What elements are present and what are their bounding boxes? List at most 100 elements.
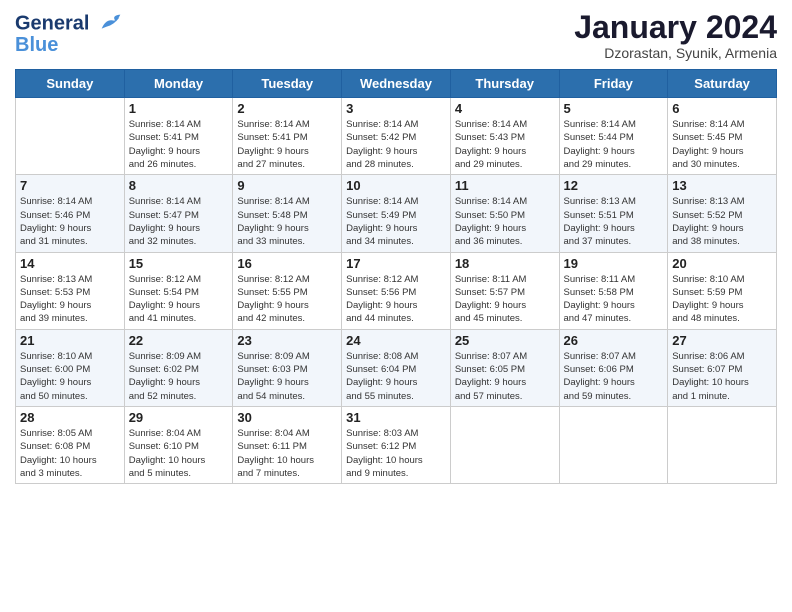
day-content: Sunrise: 8:12 AMSunset: 5:56 PMDaylight:… <box>346 273 446 326</box>
logo-bird-icon <box>97 10 125 38</box>
calendar-cell: 26 Sunrise: 8:07 AMSunset: 6:06 PMDayligh… <box>559 329 668 406</box>
day-content: Sunrise: 8:04 AMSunset: 6:11 PMDaylight:… <box>237 427 337 480</box>
day-number: 7 <box>20 178 120 193</box>
calendar-cell: 3Sunrise: 8:14 AMSunset: 5:42 PMDaylight… <box>342 98 451 175</box>
day-content: Sunrise: 8:14 AMSunset: 5:45 PMDaylight:… <box>672 118 772 171</box>
day-content: Sunrise: 8:05 AMSunset: 6:08 PMDaylight:… <box>20 427 120 480</box>
day-header-sunday: Sunday <box>16 70 125 98</box>
calendar-cell: 16Sunrise: 8:12 AMSunset: 5:55 PMDayligh… <box>233 252 342 329</box>
calendar-cell: 5 Sunrise: 8:14 AMSunset: 5:44 PMDaylight… <box>559 98 668 175</box>
calendar-cell: 30 Sunrise: 8:04 AMSunset: 6:11 PMDayligh… <box>233 406 342 483</box>
day-content: Sunrise: 8:09 AMSunset: 6:03 PMDaylight:… <box>237 350 337 403</box>
calendar-cell: 7 Sunrise: 8:14 AMSunset: 5:46 PMDaylight… <box>16 175 125 252</box>
calendar-cell: 14 Sunrise: 8:13 AMSunset: 5:53 PMDayligh… <box>16 252 125 329</box>
day-number: 30 <box>237 410 337 425</box>
day-number: 9 <box>237 178 337 193</box>
day-content: Sunrise: 8:07 AMSunset: 6:05 PMDaylight:… <box>455 350 555 403</box>
day-number: 23 <box>237 333 337 348</box>
day-number: 19 <box>564 256 664 271</box>
calendar-cell: 19 Sunrise: 8:11 AMSunset: 5:58 PMDayligh… <box>559 252 668 329</box>
day-number: 21 <box>20 333 120 348</box>
calendar-cell: 20Sunrise: 8:10 AMSunset: 5:59 PMDayligh… <box>668 252 777 329</box>
day-content: Sunrise: 8:14 AMSunset: 5:49 PMDaylight:… <box>346 195 446 248</box>
day-number: 28 <box>20 410 120 425</box>
day-number: 5 <box>564 101 664 116</box>
day-content: Sunrise: 8:08 AMSunset: 6:04 PMDaylight:… <box>346 350 446 403</box>
calendar-cell <box>559 406 668 483</box>
day-header-friday: Friday <box>559 70 668 98</box>
day-number: 31 <box>346 410 446 425</box>
calendar-cell: 31Sunrise: 8:03 AMSunset: 6:12 PMDayligh… <box>342 406 451 483</box>
calendar-cell: 23 Sunrise: 8:09 AMSunset: 6:03 PMDayligh… <box>233 329 342 406</box>
calendar-cell: 11Sunrise: 8:14 AMSunset: 5:50 PMDayligh… <box>450 175 559 252</box>
day-content: Sunrise: 8:10 AMSunset: 5:59 PMDaylight:… <box>672 273 772 326</box>
day-number: 25 <box>455 333 555 348</box>
calendar-cell: 9 Sunrise: 8:14 AMSunset: 5:48 PMDaylight… <box>233 175 342 252</box>
location-subtitle: Dzorastan, Syunik, Armenia <box>574 45 777 61</box>
day-number: 27 <box>672 333 772 348</box>
day-number: 17 <box>346 256 446 271</box>
day-content: Sunrise: 8:11 AMSunset: 5:57 PMDaylight:… <box>455 273 555 326</box>
day-content: Sunrise: 8:14 AMSunset: 5:44 PMDaylight:… <box>564 118 664 171</box>
calendar-cell: 8 Sunrise: 8:14 AMSunset: 5:47 PMDaylight… <box>124 175 233 252</box>
calendar-cell <box>16 98 125 175</box>
day-content: Sunrise: 8:10 AMSunset: 6:00 PMDaylight:… <box>20 350 120 403</box>
day-content: Sunrise: 8:13 AMSunset: 5:53 PMDaylight:… <box>20 273 120 326</box>
day-content: Sunrise: 8:14 AMSunset: 5:41 PMDaylight:… <box>129 118 229 171</box>
day-number: 8 <box>129 178 229 193</box>
day-number: 18 <box>455 256 555 271</box>
calendar-cell: 29Sunrise: 8:04 AMSunset: 6:10 PMDayligh… <box>124 406 233 483</box>
day-content: Sunrise: 8:14 AMSunset: 5:46 PMDaylight:… <box>20 195 120 248</box>
logo: General Blue <box>15 10 125 57</box>
day-number: 22 <box>129 333 229 348</box>
calendar-week-row: 7 Sunrise: 8:14 AMSunset: 5:46 PMDaylight… <box>16 175 777 252</box>
calendar-cell: 10 Sunrise: 8:14 AMSunset: 5:49 PMDayligh… <box>342 175 451 252</box>
day-content: Sunrise: 8:13 AMSunset: 5:52 PMDaylight:… <box>672 195 772 248</box>
day-content: Sunrise: 8:14 AMSunset: 5:47 PMDaylight:… <box>129 195 229 248</box>
day-number: 10 <box>346 178 446 193</box>
day-number: 29 <box>129 410 229 425</box>
day-number: 13 <box>672 178 772 193</box>
calendar-cell: 2 Sunrise: 8:14 AMSunset: 5:41 PMDaylight… <box>233 98 342 175</box>
calendar-cell: 17 Sunrise: 8:12 AMSunset: 5:56 PMDayligh… <box>342 252 451 329</box>
day-number: 12 <box>564 178 664 193</box>
calendar-cell: 15Sunrise: 8:12 AMSunset: 5:54 PMDayligh… <box>124 252 233 329</box>
day-header-tuesday: Tuesday <box>233 70 342 98</box>
calendar-week-row: 28 Sunrise: 8:05 AMSunset: 6:08 PMDayligh… <box>16 406 777 483</box>
calendar-cell <box>450 406 559 483</box>
day-content: Sunrise: 8:07 AMSunset: 6:06 PMDaylight:… <box>564 350 664 403</box>
day-number: 16 <box>237 256 337 271</box>
day-number: 26 <box>564 333 664 348</box>
calendar-week-row: 21 Sunrise: 8:10 AMSunset: 6:00 PMDayligh… <box>16 329 777 406</box>
day-header-saturday: Saturday <box>668 70 777 98</box>
calendar-cell: 12 Sunrise: 8:13 AMSunset: 5:51 PMDayligh… <box>559 175 668 252</box>
day-number: 24 <box>346 333 446 348</box>
day-number: 6 <box>672 101 772 116</box>
day-header-wednesday: Wednesday <box>342 70 451 98</box>
day-header-thursday: Thursday <box>450 70 559 98</box>
day-number: 2 <box>237 101 337 116</box>
day-number: 11 <box>455 178 555 193</box>
day-content: Sunrise: 8:06 AMSunset: 6:07 PMDaylight:… <box>672 350 772 403</box>
day-number: 4 <box>455 101 555 116</box>
day-content: Sunrise: 8:14 AMSunset: 5:48 PMDaylight:… <box>237 195 337 248</box>
calendar-cell: 1Sunrise: 8:14 AMSunset: 5:41 PMDaylight… <box>124 98 233 175</box>
calendar-cell: 6 Sunrise: 8:14 AMSunset: 5:45 PMDaylight… <box>668 98 777 175</box>
calendar-cell: 27 Sunrise: 8:06 AMSunset: 6:07 PMDayligh… <box>668 329 777 406</box>
day-number: 3 <box>346 101 446 116</box>
calendar-cell: 13 Sunrise: 8:13 AMSunset: 5:52 PMDayligh… <box>668 175 777 252</box>
calendar-cell: 28 Sunrise: 8:05 AMSunset: 6:08 PMDayligh… <box>16 406 125 483</box>
header: General Blue January 2024 Dzorastan, Syu… <box>15 10 777 61</box>
day-content: Sunrise: 8:13 AMSunset: 5:51 PMDaylight:… <box>564 195 664 248</box>
day-content: Sunrise: 8:09 AMSunset: 6:02 PMDaylight:… <box>129 350 229 403</box>
calendar-week-row: 14 Sunrise: 8:13 AMSunset: 5:53 PMDayligh… <box>16 252 777 329</box>
calendar-cell: 25 Sunrise: 8:07 AMSunset: 6:05 PMDayligh… <box>450 329 559 406</box>
calendar-header-row: SundayMondayTuesdayWednesdayThursdayFrid… <box>16 70 777 98</box>
calendar-cell: 24 Sunrise: 8:08 AMSunset: 6:04 PMDayligh… <box>342 329 451 406</box>
calendar-week-row: 1Sunrise: 8:14 AMSunset: 5:41 PMDaylight… <box>16 98 777 175</box>
day-content: Sunrise: 8:14 AMSunset: 5:43 PMDaylight:… <box>455 118 555 171</box>
day-number: 14 <box>20 256 120 271</box>
calendar-cell: 18 Sunrise: 8:11 AMSunset: 5:57 PMDayligh… <box>450 252 559 329</box>
day-content: Sunrise: 8:14 AMSunset: 5:41 PMDaylight:… <box>237 118 337 171</box>
day-content: Sunrise: 8:11 AMSunset: 5:58 PMDaylight:… <box>564 273 664 326</box>
